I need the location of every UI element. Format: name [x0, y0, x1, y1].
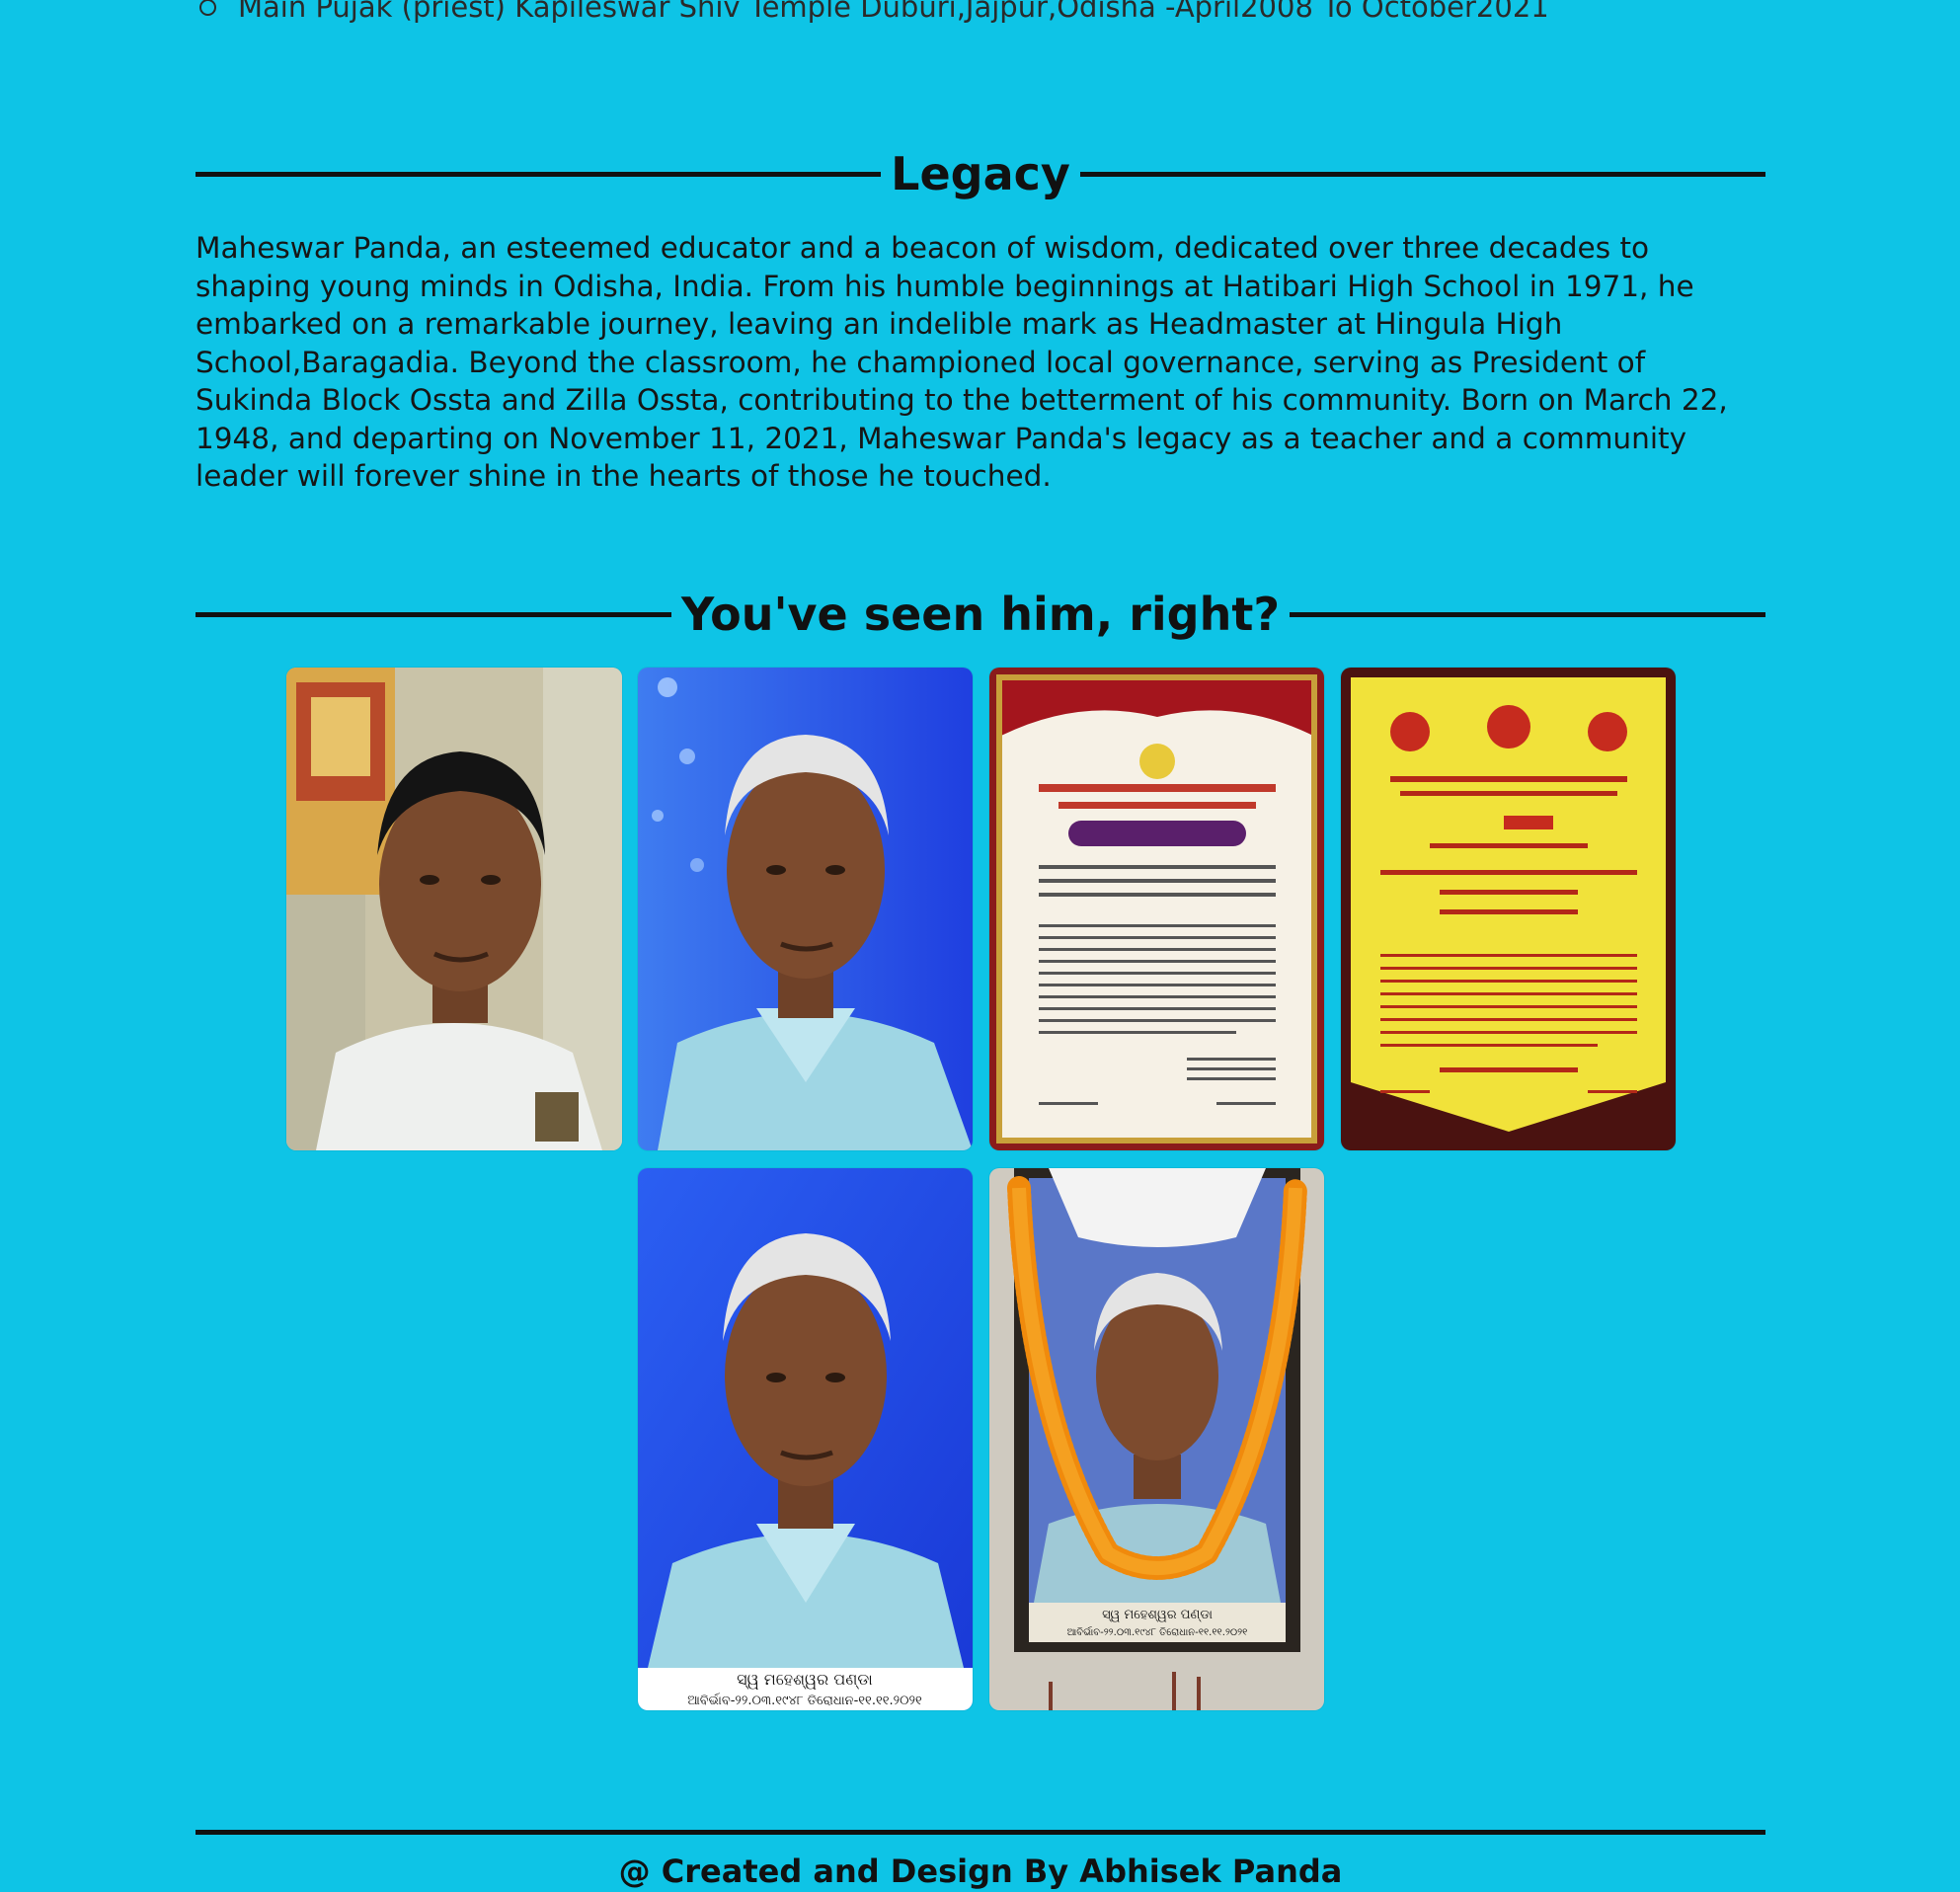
heading-rule-left	[196, 611, 671, 617]
gallery-heading-row: You've seen him, right?	[196, 588, 1765, 641]
photo-felicitation-certificate[interactable]	[989, 668, 1324, 1150]
photo-portrait-indoor[interactable]	[286, 668, 622, 1150]
memorial-caption-dates: ଆବିର୍ଭାବ-୨୨.୦୩.୧୯୪୮ ତିରୋଧାନ-୧୧.୧୧.୨୦୨୧	[687, 1693, 922, 1708]
memorial-caption-name: ସ୍ୱ ମହେଶ୍ୱର ପଣ୍ଡା	[737, 1670, 873, 1689]
photo-memorial-portrait[interactable]: ସ୍ୱ ମହେଶ୍ୱର ପଣ୍ଡା ଆବିର୍ଭାବ-୨୨.୦୩.୧୯୪୮ ତି…	[638, 1168, 973, 1710]
frame-caption-dates: ଆବିର୍ଭାବ-୨୨.୦୩.୧୯୪୮ ତିରୋଧାନ-୧୧.୧୧.୨୦୨୧	[1067, 1625, 1248, 1638]
legacy-heading-row: Legacy	[196, 147, 1766, 200]
position-list-item: Main Pujak (priest) Kapileswar Shiv Temp…	[196, 0, 1765, 24]
list-bullet-icon	[199, 0, 216, 16]
photo-brahmin-samaj-certificate[interactable]	[1341, 668, 1676, 1150]
legacy-heading: Legacy	[891, 147, 1070, 200]
heading-rule-right	[1079, 171, 1766, 177]
photo-portrait-blue-bg[interactable]	[638, 668, 973, 1150]
frame-caption-name: ସ୍ୱ ମହେଶ୍ୱର ପଣ୍ଡା	[1102, 1608, 1213, 1622]
gallery-heading: You've seen him, right?	[681, 588, 1280, 641]
legacy-paragraph: Maheswar Panda, an esteemed educator and…	[196, 231, 1728, 493]
position-item-text: Main Pujak (priest) Kapileswar Shiv Temp…	[238, 0, 1549, 24]
footer-credit: @ Created and Design By Abhisek Panda	[618, 1853, 1343, 1890]
photo-garlanded-frame[interactable]: ସ୍ୱ ମହେଶ୍ୱର ପଣ୍ଡା ଆବିର୍ଭାବ-୨୨.୦୩.୧୯୪୮ ତି…	[989, 1168, 1324, 1710]
heading-rule-right	[1290, 611, 1765, 617]
footer-rule	[196, 1830, 1765, 1835]
heading-rule-left	[196, 171, 882, 177]
